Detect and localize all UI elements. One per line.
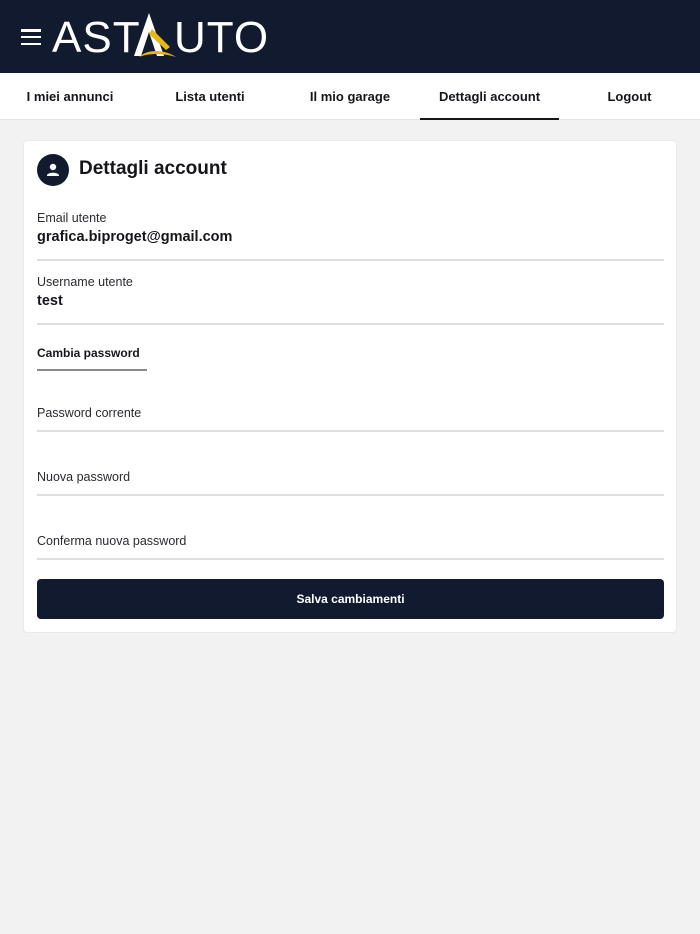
current-password-input[interactable]	[37, 390, 664, 430]
confirm-password-field[interactable]	[37, 518, 664, 560]
user-icon	[37, 154, 69, 186]
svg-text:AST: AST	[52, 13, 141, 61]
hamburger-menu-icon[interactable]	[21, 29, 41, 46]
divider	[37, 323, 664, 325]
tab-miei-annunci[interactable]: I miei annunci	[0, 73, 140, 119]
tab-dettagli-account[interactable]: Dettagli account	[420, 73, 559, 120]
new-password-input[interactable]	[37, 454, 664, 494]
email-block: Email utente grafica.biproget@gmail.com	[37, 211, 664, 245]
astauto-logo[interactable]: AST UTO	[52, 13, 284, 61]
account-card: Dettagli account Email utente grafica.bi…	[23, 140, 677, 633]
top-header: AST UTO	[0, 0, 700, 73]
new-password-field[interactable]	[37, 454, 664, 496]
tab-mio-garage[interactable]: Il mio garage	[280, 73, 420, 119]
confirm-password-input[interactable]	[37, 518, 664, 558]
tab-lista-utenti[interactable]: Lista utenti	[140, 73, 280, 119]
email-label: Email utente	[37, 211, 107, 225]
username-label: Username utente	[37, 275, 133, 289]
divider	[37, 259, 664, 261]
main-tabs: I miei annunci Lista utenti Il mio garag…	[0, 73, 700, 120]
save-changes-button[interactable]: Salva cambiamenti	[37, 579, 664, 619]
email-value: grafica.biproget@gmail.com	[37, 229, 233, 245]
tab-logout[interactable]: Logout	[559, 73, 700, 119]
tab-cambia-password[interactable]: Cambia password	[37, 346, 147, 371]
username-block: Username utente test	[37, 275, 664, 309]
current-password-field[interactable]	[37, 390, 664, 432]
page-title: Dettagli account	[79, 158, 227, 179]
username-value: test	[37, 293, 63, 309]
svg-text:UTO: UTO	[174, 13, 269, 61]
